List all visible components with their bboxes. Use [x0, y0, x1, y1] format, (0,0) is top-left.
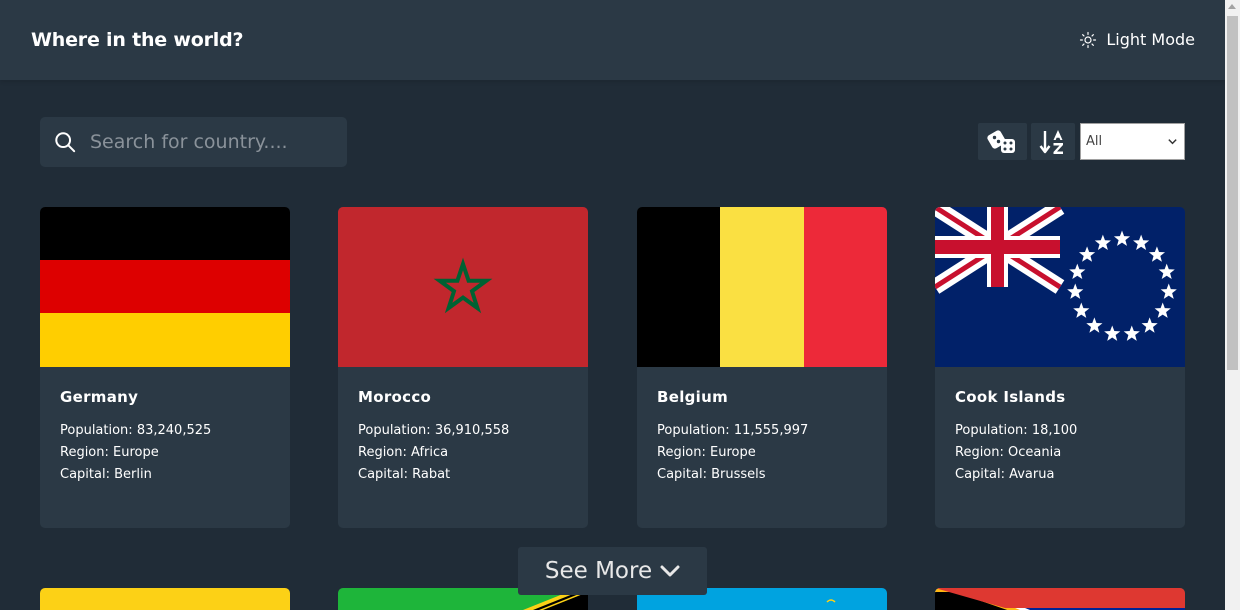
region-row: Region: Africa	[358, 442, 568, 464]
theme-toggle-button[interactable]: Light Mode	[1079, 30, 1195, 49]
population-row: Population: 36,910,558	[358, 420, 568, 442]
region-value: Europe	[710, 445, 756, 460]
see-more-label: See More	[544, 558, 653, 584]
flag-image	[338, 207, 588, 367]
capital-label: Capital:	[358, 467, 408, 482]
sort-az-icon	[1039, 129, 1063, 154]
app-title: Where in the world?	[31, 29, 244, 51]
population-label: Population:	[657, 423, 730, 438]
country-name: Morocco	[358, 388, 432, 406]
region-filter-value: All	[1086, 134, 1103, 149]
random-country-button[interactable]	[978, 123, 1027, 160]
population-row: Population: 11,555,997	[657, 420, 867, 442]
sort-button[interactable]	[1031, 123, 1075, 160]
region-label: Region:	[657, 445, 706, 460]
population-value: 83,240,525	[136, 423, 212, 438]
chevron-down-icon	[1168, 139, 1177, 145]
region-row: Region: Europe	[60, 442, 270, 464]
region-row: Region: Europe	[657, 442, 867, 464]
region-value: Africa	[411, 445, 449, 460]
country-card-germany[interactable]: Germany Population: 83,240,525 Region: E…	[40, 207, 290, 528]
country-card-cook-islands[interactable]: Cook Islands Population: 18,100 Region: …	[935, 207, 1185, 528]
population-label: Population:	[358, 423, 431, 438]
country-card-morocco[interactable]: Morocco Population: 36,910,558 Region: A…	[338, 207, 588, 528]
search-input[interactable]	[90, 117, 340, 167]
page-scrollbar[interactable]	[1225, 0, 1240, 610]
capital-value: Berlin	[114, 467, 152, 482]
search-icon	[55, 132, 76, 153]
country-card-belgium[interactable]: Belgium Population: 11,555,997 Region: E…	[637, 207, 887, 528]
region-value: Oceania	[1008, 445, 1062, 460]
region-label: Region:	[358, 445, 407, 460]
see-more-button[interactable]: See More	[518, 547, 707, 595]
region-label: Region:	[955, 445, 1004, 460]
population-value: 36,910,558	[434, 423, 510, 438]
country-name: Cook Islands	[955, 388, 1066, 406]
population-label: Population:	[60, 423, 133, 438]
population-value: 18,100	[1031, 423, 1078, 438]
capital-row: Capital: Avarua	[955, 464, 1165, 486]
flag-image	[935, 588, 1185, 610]
scrollbar-thumb[interactable]	[1227, 16, 1238, 370]
chevron-down-icon	[660, 565, 680, 577]
dice-icon	[986, 129, 1015, 153]
region-value: Europe	[113, 445, 159, 460]
country-card-partial[interactable]	[935, 588, 1185, 610]
top-bar: Where in the world? Light Mode	[0, 0, 1225, 80]
country-name: Germany	[60, 388, 139, 406]
sun-icon	[1080, 31, 1097, 48]
capital-row: Capital: Berlin	[60, 464, 270, 486]
population-row: Population: 18,100	[955, 420, 1165, 442]
capital-label: Capital:	[657, 467, 707, 482]
country-name: Belgium	[657, 388, 729, 406]
capital-label: Capital:	[60, 467, 110, 482]
capital-row: Capital: Rabat	[358, 464, 568, 486]
flag-image	[40, 588, 290, 610]
population-value: 11,555,997	[733, 423, 809, 438]
capital-row: Capital: Brussels	[657, 464, 867, 486]
flag-image	[935, 207, 1185, 367]
capital-value: Avarua	[1009, 467, 1055, 482]
population-label: Population:	[955, 423, 1028, 438]
theme-toggle-label: Light Mode	[1106, 30, 1195, 49]
country-card-partial[interactable]	[40, 588, 290, 610]
capital-label: Capital:	[955, 467, 1005, 482]
region-row: Region: Oceania	[955, 442, 1165, 464]
capital-value: Brussels	[711, 467, 766, 482]
capital-value: Rabat	[412, 467, 451, 482]
scroll-up-arrow[interactable]	[1228, 4, 1236, 9]
region-label: Region:	[60, 445, 109, 460]
flag-image	[40, 207, 290, 367]
population-row: Population: 83,240,525	[60, 420, 270, 442]
region-filter-select[interactable]: All	[1080, 123, 1185, 160]
search-box	[40, 117, 347, 167]
flag-image	[637, 207, 887, 367]
